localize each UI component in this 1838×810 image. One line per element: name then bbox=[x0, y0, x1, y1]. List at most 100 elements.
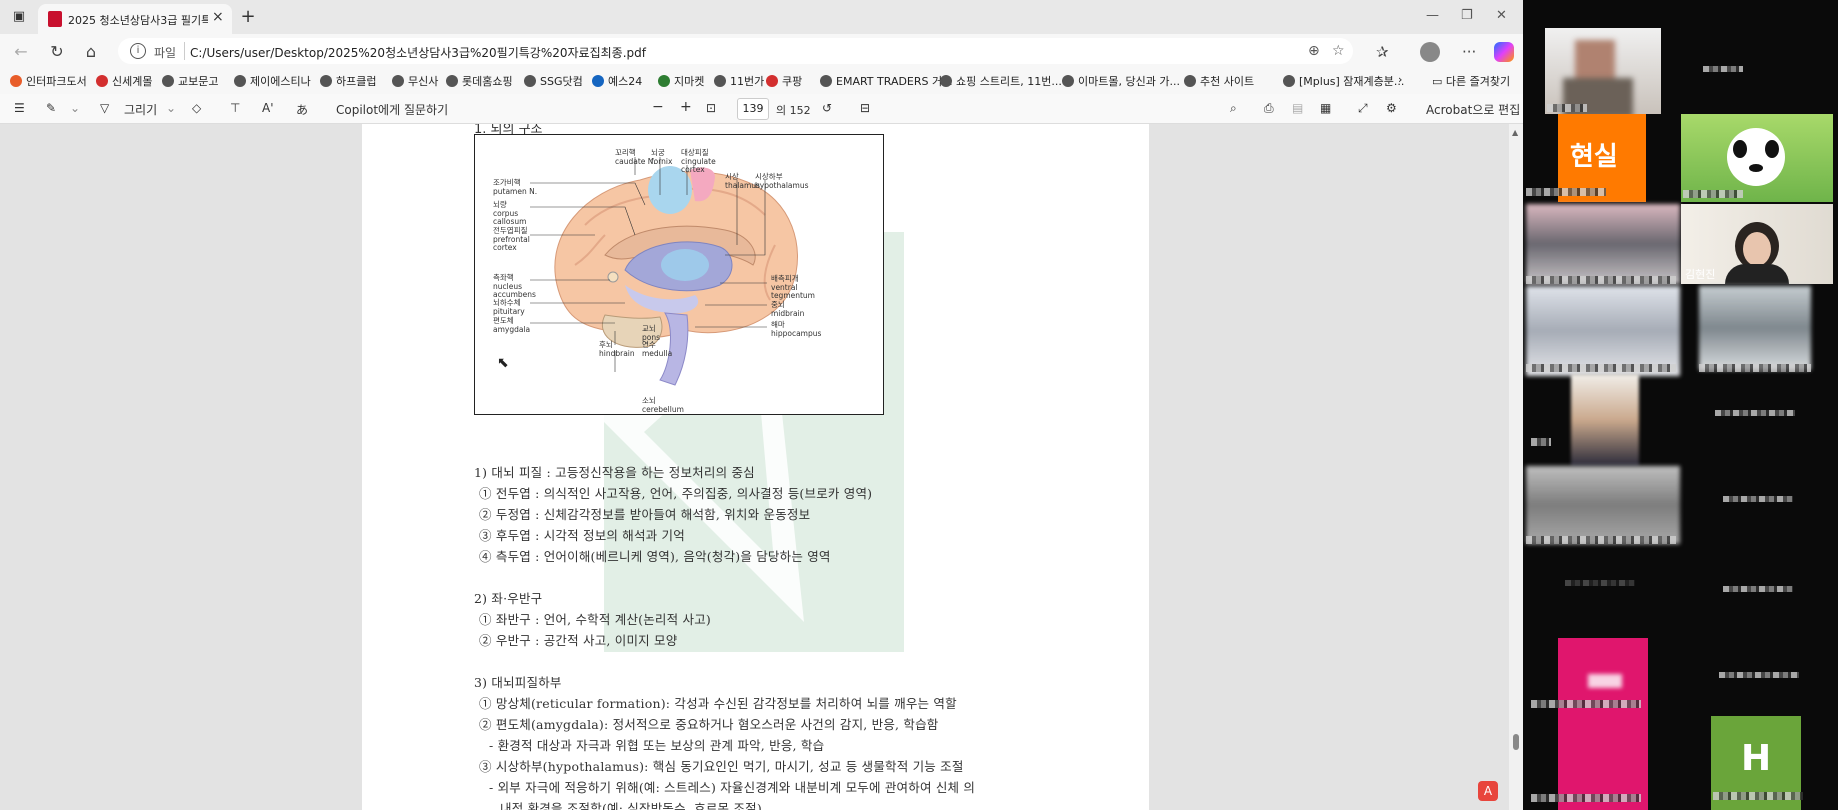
speaker-tile[interactable]: 김현진 bbox=[1681, 204, 1833, 284]
draw-chevron-icon[interactable]: ⌄ bbox=[166, 101, 176, 115]
highlight-chevron-icon[interactable]: ⌄ bbox=[70, 101, 80, 115]
zoom-out-icon[interactable]: − bbox=[652, 99, 664, 115]
bookmark-item[interactable]: 제이에스티나 bbox=[234, 73, 311, 89]
copilot-icon[interactable] bbox=[1494, 42, 1514, 62]
print-icon[interactable]: ⎙ bbox=[1264, 101, 1274, 116]
list-item: ① 좌반구 : 언어, 수학적 계산(논리적 사고) bbox=[479, 612, 711, 627]
bookmark-item[interactable]: 교보문고 bbox=[162, 73, 218, 89]
acrobat-edit-button[interactable]: Acrobat으로 편집 bbox=[1426, 101, 1520, 118]
text-box-icon[interactable]: ⊤ bbox=[230, 101, 240, 115]
bookmark-item[interactable]: 지마켓 bbox=[658, 73, 704, 89]
bookmarks-bar: 인터파크도서 신세계몰 교보문고 제이에스티나 하프클럽 무신사 롯데홈쇼핑 SSG닷컴 예스2… bbox=[0, 68, 1523, 94]
acrobat-icon[interactable]: A bbox=[1478, 781, 1498, 801]
url-text[interactable]: C:/Users/user/Desktop/2025%20청소년상담사3급%20… bbox=[190, 44, 646, 61]
bookmark-item[interactable]: 예스24 bbox=[592, 73, 642, 89]
eraser-icon[interactable]: ◇ bbox=[192, 101, 201, 115]
bookmark-item[interactable]: 11번가 bbox=[714, 73, 764, 89]
read-aloud-icon[interactable]: A' bbox=[262, 101, 274, 115]
participant-tile[interactable] bbox=[1681, 114, 1833, 202]
bookmark-label: 쇼핑 스트리트, 11번... bbox=[956, 75, 1062, 88]
list-item: ② 우반구 : 공간적 사고, 이미지 모양 bbox=[479, 633, 678, 648]
list-item: ① 전두엽 : 의식적인 사고작용, 언어, 주의집중, 의사결정 등(브로카 … bbox=[479, 486, 873, 501]
tile-green-text: H bbox=[1741, 738, 1772, 779]
bookmark-favicon-icon bbox=[766, 75, 778, 87]
save-icon[interactable]: ▤ bbox=[1292, 101, 1303, 115]
settings-gear-icon[interactable]: ⚙ bbox=[1386, 101, 1397, 115]
participant-tile[interactable] bbox=[1526, 466, 1680, 544]
participant-tile[interactable] bbox=[1526, 286, 1680, 376]
bookmark-item[interactable]: 쿠팡 bbox=[766, 73, 802, 89]
bookmark-item[interactable]: 이마트몰, 당신과 가... bbox=[1062, 73, 1180, 89]
highlight-icon[interactable]: ✎ bbox=[46, 101, 56, 115]
pdf-icon bbox=[48, 11, 62, 27]
vertical-scrollbar[interactable]: ▲ bbox=[1509, 124, 1523, 810]
bookmark-item[interactable]: 무신사 bbox=[392, 73, 438, 89]
info-icon[interactable]: i bbox=[130, 43, 146, 59]
other-favorites-folder[interactable]: ▭ 다른 즐겨찾기 bbox=[1432, 73, 1510, 89]
refresh-icon[interactable]: ↻ bbox=[48, 43, 66, 61]
bookmark-item[interactable]: 신세계몰 bbox=[96, 73, 152, 89]
bookmark-label: 추천 사이트 bbox=[1200, 75, 1255, 88]
contents-icon[interactable]: ☰ bbox=[14, 101, 25, 115]
bookmark-item[interactable]: 하프클럽 bbox=[320, 73, 376, 89]
save-as-icon[interactable]: ▦ bbox=[1320, 101, 1331, 115]
tab-close-icon[interactable]: × bbox=[212, 9, 228, 25]
new-tab-button[interactable]: + bbox=[240, 8, 256, 26]
favorites-icon[interactable]: ✰ bbox=[1376, 43, 1389, 61]
more-options-icon[interactable]: ··· bbox=[1462, 43, 1476, 61]
scroll-up-icon[interactable]: ▲ bbox=[1512, 128, 1518, 137]
url-field[interactable]: i 파일 C:/Users/user/Desktop/2025%20청소년상담사… bbox=[118, 38, 1353, 64]
bookmark-favicon-icon bbox=[1062, 75, 1074, 87]
participant-name-blur bbox=[1699, 364, 1811, 372]
participant-name-blur bbox=[1531, 794, 1641, 802]
participant-tile[interactable] bbox=[1699, 286, 1811, 370]
bookmark-item[interactable]: 인터파크도서 bbox=[10, 73, 87, 89]
zoom-icon[interactable]: ⊕ bbox=[1308, 43, 1320, 59]
pdf-toolbar: ☰ ✎ ⌄ ▽ 그리기 ⌄ ◇ ⊤ A' あ Copilot에게 질문하기 − … bbox=[0, 94, 1523, 124]
bookmark-item[interactable]: 추천 사이트 bbox=[1184, 73, 1254, 89]
speaker-name: 김현진 bbox=[1685, 268, 1716, 281]
participant-tile[interactable] bbox=[1545, 28, 1661, 114]
tab-actions-icon[interactable]: ▣ bbox=[11, 9, 27, 25]
bookmarks-overflow-icon[interactable]: › bbox=[1398, 73, 1402, 86]
minimize-icon[interactable]: — bbox=[1426, 8, 1439, 23]
copilot-ask-button[interactable]: Copilot에게 질문하기 bbox=[336, 101, 448, 118]
bookmark-label: 제이에스티나 bbox=[250, 75, 311, 88]
bookmark-item[interactable]: SSG닷컴 bbox=[524, 73, 583, 89]
restore-icon[interactable]: ❐ bbox=[1461, 8, 1473, 23]
fit-page-icon[interactable]: ⊡ bbox=[706, 101, 716, 115]
bookmark-item[interactable]: EMART TRADERS 거... bbox=[820, 73, 953, 89]
rotate-icon[interactable]: ↺ bbox=[822, 101, 832, 115]
participant-name-blur bbox=[1565, 580, 1635, 586]
draw-button[interactable]: 그리기 bbox=[124, 101, 157, 118]
profile-avatar[interactable] bbox=[1420, 42, 1440, 62]
label-amygdala: 편도체 amygdala bbox=[493, 316, 531, 334]
zoom-in-icon[interactable]: + bbox=[680, 99, 692, 115]
list-item: ① 망상체(reticular formation): 각성과 수신된 감각정보… bbox=[479, 696, 957, 711]
bookmark-favicon-icon bbox=[714, 75, 726, 87]
page-view-icon[interactable]: ⊟ bbox=[860, 101, 870, 115]
heading-hemispheres: 2) 좌·우반구 bbox=[474, 591, 543, 606]
favorite-star-icon[interactable]: ☆ bbox=[1332, 43, 1345, 59]
scroll-thumb[interactable] bbox=[1513, 734, 1519, 750]
pdf-viewport[interactable]: 1. 뇌의 구조 꼬리핵 caudate N. 뇌궁 fornix 대상피질 c… bbox=[0, 124, 1509, 810]
brain-illustration bbox=[530, 157, 798, 386]
list-item: ② 두정엽 : 신체감각정보를 받아들여 해석함, 위치와 운동정보 bbox=[479, 507, 811, 522]
participant-tile[interactable] bbox=[1571, 374, 1639, 466]
bookmark-favicon-icon bbox=[10, 75, 22, 87]
fullscreen-icon[interactable]: ⤢ bbox=[1358, 101, 1368, 116]
participant-tile[interactable] bbox=[1526, 204, 1680, 284]
translate-icon[interactable]: あ bbox=[296, 101, 308, 118]
bookmark-item[interactable]: 롯데홈쇼핑 bbox=[446, 73, 513, 89]
bookmark-item[interactable]: 쇼핑 스트리트, 11번... bbox=[940, 73, 1062, 89]
draw-icon[interactable]: ▽ bbox=[100, 101, 109, 115]
home-icon[interactable]: ⌂ bbox=[82, 43, 100, 61]
page-number-input[interactable]: 139 bbox=[737, 98, 769, 120]
close-window-icon[interactable]: ✕ bbox=[1496, 8, 1507, 23]
tab-active[interactable]: 2025 청소년상담사3급 필기특강 × bbox=[38, 4, 232, 34]
search-icon[interactable]: ⌕ bbox=[1230, 101, 1237, 116]
mouse-cursor-icon: ⬉ bbox=[497, 355, 509, 371]
bookmark-item[interactable]: [Mplus] 잠재계층분... bbox=[1283, 73, 1404, 89]
participant-tile[interactable] bbox=[1558, 638, 1648, 728]
back-icon[interactable]: ← bbox=[12, 43, 30, 61]
